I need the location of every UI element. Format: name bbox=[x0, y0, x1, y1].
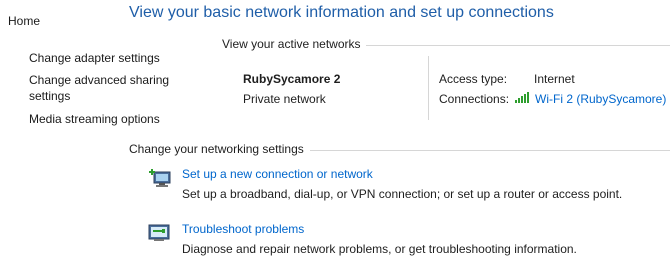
access-type-value: Internet bbox=[534, 72, 575, 86]
sidebar-item-change-advanced-sharing[interactable]: Change advanced sharing bbox=[29, 73, 169, 87]
troubleshoot-icon bbox=[148, 224, 170, 241]
network-name: RubySycamore 2 bbox=[243, 72, 341, 86]
network-type: Private network bbox=[243, 92, 326, 106]
wifi-signal-icon bbox=[515, 92, 529, 103]
sidebar-item-change-adapter-settings[interactable]: Change adapter settings bbox=[29, 51, 160, 65]
networking-settings-heading: Change your networking settings bbox=[129, 142, 304, 156]
connection-link[interactable]: Wi-Fi 2 (RubySycamore) bbox=[515, 92, 666, 106]
sidebar-item-media-streaming[interactable]: Media streaming options bbox=[29, 112, 160, 126]
active-networks-heading: View your active networks bbox=[222, 37, 361, 51]
troubleshoot-description: Diagnose and repair network problems, or… bbox=[182, 242, 577, 256]
setup-connection-description: Set up a broadband, dial-up, or VPN conn… bbox=[182, 187, 623, 201]
troubleshoot-link[interactable]: Troubleshoot problems bbox=[182, 222, 304, 236]
access-type-label: Access type: bbox=[439, 72, 508, 86]
new-connection-icon bbox=[149, 169, 171, 187]
sidebar-home-link[interactable]: Home bbox=[8, 14, 40, 28]
sidebar-item-change-advanced-sharing-cont[interactable]: settings bbox=[29, 89, 70, 103]
connection-link-label[interactable]: Wi-Fi 2 (RubySycamore) bbox=[535, 92, 666, 106]
connections-label: Connections: bbox=[439, 92, 510, 106]
setup-connection-link[interactable]: Set up a new connection or network bbox=[182, 167, 373, 181]
page-title: View your basic network information and … bbox=[129, 4, 554, 21]
active-networks-vertical-divider bbox=[428, 56, 429, 120]
active-networks-divider bbox=[366, 45, 670, 46]
networking-settings-divider bbox=[310, 150, 670, 151]
